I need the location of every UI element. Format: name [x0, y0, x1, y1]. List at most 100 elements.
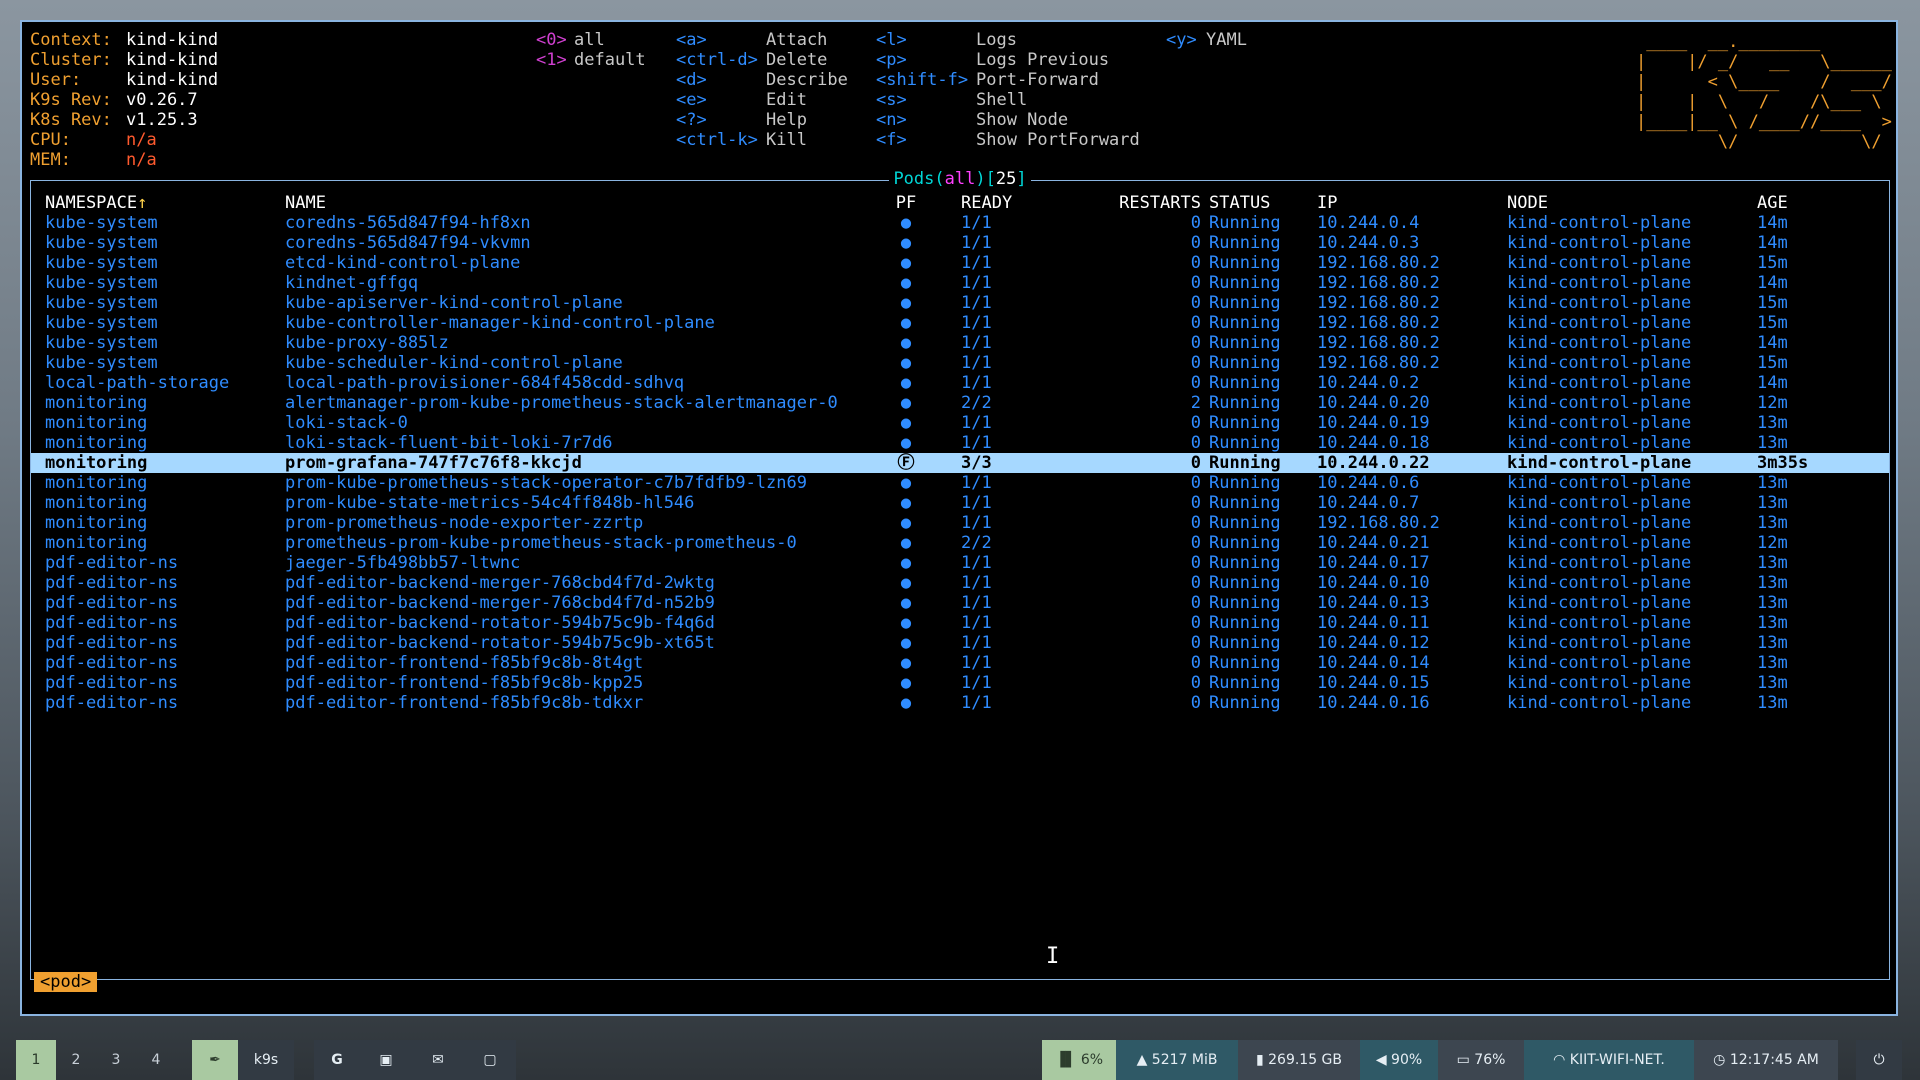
shortcut-key: <?>	[676, 110, 707, 130]
google-icon[interactable]: G	[314, 1040, 360, 1080]
table-row[interactable]: monitoring prom-kube-state-metrics-54c4ff…	[31, 493, 1889, 513]
table-row[interactable]: local-path-storage local-path-provisioner…	[31, 373, 1889, 393]
table-row[interactable]: monitoring loki-stack-0 ● 1/1 0 Running 10.244…	[31, 413, 1889, 433]
col-restarts[interactable]: RESTARTS	[1041, 193, 1201, 213]
table-row[interactable]: pdf-editor-ns pdf-editor-frontend-f85bf9c…	[31, 673, 1889, 693]
shortcut-show-node[interactable]: Show Node	[976, 110, 1068, 130]
shortcut-help[interactable]: Help	[766, 110, 807, 130]
table-row[interactable]: kube-system kube-apiserver-kind-control-p…	[31, 293, 1889, 313]
table-row[interactable]: monitoring prometheus-prom-kube-prometheu…	[31, 533, 1889, 553]
col-name[interactable]: NAME	[285, 193, 326, 213]
table-row[interactable]: monitoring alertmanager-prom-kube-prometh…	[31, 393, 1889, 413]
table-row[interactable]: kube-system kindnet-gffgq ● 1/1 0 Running 192.…	[31, 273, 1889, 293]
table-row[interactable]: kube-system etcd-kind-control-plane ● 1/1 0 R…	[31, 253, 1889, 273]
col-pf[interactable]: PF	[891, 193, 921, 213]
cell-node: kind-control-plane	[1507, 273, 1692, 293]
shortcut-kill[interactable]: Kill	[766, 130, 807, 150]
cell-restarts: 0	[1190, 213, 1201, 233]
table-row[interactable]: pdf-editor-ns jaeger-5fb498bb57-ltwnc ● 1/1…	[31, 553, 1889, 573]
table-row[interactable]: pdf-editor-ns pdf-editor-frontend-f85bf9c…	[31, 693, 1889, 713]
shortcut-attach[interactable]: Attach	[766, 30, 827, 50]
cluster-value: kind-kind	[126, 50, 219, 70]
workspace-2[interactable]: 2	[56, 1040, 96, 1080]
shortcut-yaml[interactable]: YAML	[1206, 30, 1247, 50]
shortcut-port-forward[interactable]: Port-Forward	[976, 70, 1099, 90]
cell-ready: 1/1	[961, 653, 992, 673]
table-row[interactable]: pdf-editor-ns pdf-editor-backend-rotator-…	[31, 633, 1889, 653]
table-row[interactable]: kube-system kube-controller-manager-kind-…	[31, 313, 1889, 333]
shortcut-describe[interactable]: Describe	[766, 70, 848, 90]
shortcut-key: <a>	[676, 30, 707, 50]
table-row[interactable]: monitoring prom-prometheus-node-exporter-…	[31, 513, 1889, 533]
shortcut-edit[interactable]: Edit	[766, 90, 807, 110]
shortcut-shell[interactable]: Shell	[976, 90, 1027, 110]
table-row[interactable]: pdf-editor-ns pdf-editor-frontend-f85bf9c…	[31, 653, 1889, 673]
cell-age: 13m	[1757, 693, 1788, 713]
cell-age: 13m	[1757, 633, 1788, 653]
col-ip[interactable]: IP	[1317, 193, 1337, 213]
discord-icon[interactable]: ▣	[360, 1040, 412, 1080]
k9s-terminal-window[interactable]: Context: kind-kind Cluster: kind-kind Us…	[20, 20, 1898, 1016]
logo-line: |____|__ \ /____//____ >	[1636, 112, 1892, 132]
table-row[interactable]: pdf-editor-ns pdf-editor-backend-merger-7…	[31, 573, 1889, 593]
table-row[interactable]: kube-system kube-scheduler-kind-control-p…	[31, 353, 1889, 373]
cell-namespace: monitoring	[45, 493, 148, 513]
col-status[interactable]: STATUS	[1209, 193, 1270, 213]
workspace-4[interactable]: 4	[136, 1040, 176, 1080]
volume-widget[interactable]: ◀ 90%	[1360, 1040, 1438, 1080]
shortcut-show-portforward[interactable]: Show PortForward	[976, 130, 1140, 150]
shortcut-logs-previous[interactable]: Logs Previous	[976, 50, 1109, 70]
table-row[interactable]: monitoring prom-kube-prometheus-stack-ope…	[31, 473, 1889, 493]
shortcut-logs[interactable]: Logs	[976, 30, 1017, 50]
col-ready[interactable]: READY	[961, 193, 1012, 213]
cell-pf: ●	[900, 633, 912, 653]
cell-age: 13m	[1757, 553, 1788, 573]
col-namespace[interactable]: NAMESPACE↑	[45, 193, 147, 213]
cell-namespace: pdf-editor-ns	[45, 593, 179, 613]
cell-ip: 192.168.80.2	[1317, 353, 1440, 373]
cell-node: kind-control-plane	[1507, 533, 1692, 553]
pods-table[interactable]: Pods(all)[25] NAMESPACE↑ NAME PF READY R…	[30, 169, 1890, 980]
terminal-icon[interactable]: ▢	[464, 1040, 516, 1080]
power-icon[interactable]: ⏻	[1856, 1040, 1902, 1080]
breadcrumb-pod[interactable]: <pod>	[34, 972, 98, 992]
cell-name: loki-stack-0	[285, 413, 408, 433]
cell-ready: 1/1	[961, 353, 992, 373]
table-row[interactable]: pdf-editor-ns pdf-editor-backend-merger-7…	[31, 593, 1889, 613]
cell-restarts: 2	[1190, 393, 1201, 413]
table-row[interactable]: kube-system kube-proxy-885lz ● 1/1 0 Running 1…	[31, 333, 1889, 353]
cell-ip: 10.244.0.14	[1317, 653, 1430, 673]
col-age[interactable]: AGE	[1757, 193, 1788, 213]
cell-namespace: monitoring	[45, 473, 148, 493]
table-row[interactable]: kube-system coredns-565d847f94-hf8xn ● 1/1 0…	[31, 213, 1889, 233]
table-row[interactable]: monitoring loki-stack-fluent-bit-loki-7r7…	[31, 433, 1889, 453]
ns-label-all[interactable]: all	[574, 30, 605, 50]
table-row[interactable]: pdf-editor-ns pdf-editor-backend-rotator-…	[31, 613, 1889, 633]
cell-ip: 10.244.0.4	[1317, 213, 1420, 233]
title-close: ]	[1016, 169, 1027, 189]
mail-icon[interactable]: ✉	[412, 1040, 464, 1080]
active-app-k9s[interactable]: k9s	[238, 1040, 294, 1080]
cell-ip: 10.244.0.19	[1317, 413, 1430, 433]
col-node[interactable]: NODE	[1507, 193, 1548, 213]
cell-pf: ●	[900, 433, 912, 453]
workspace-1[interactable]: 1	[16, 1040, 56, 1080]
cpu-label: CPU:	[30, 130, 71, 150]
workspace-3[interactable]: 3	[96, 1040, 136, 1080]
cell-age: 13m	[1757, 613, 1788, 633]
shortcut-delete[interactable]: Delete	[766, 50, 827, 70]
table-row-selected[interactable]: monitoring prom-grafana-747f7c76f8-kkcjd Ⓕ…	[31, 453, 1889, 473]
wifi-widget[interactable]: ◠ KIIT-WIFI-NET.	[1524, 1040, 1694, 1080]
mem-label: MEM:	[30, 150, 71, 170]
cell-ready: 1/1	[961, 273, 992, 293]
feather-icon[interactable]: ✒	[192, 1040, 238, 1080]
cell-pf: ●	[900, 293, 912, 313]
ns-label-default[interactable]: default	[574, 50, 646, 70]
cell-ready: 1/1	[961, 293, 992, 313]
cell-age: 13m	[1757, 433, 1788, 453]
cell-ip: 10.244.0.7	[1317, 493, 1420, 513]
table-row[interactable]: kube-system coredns-565d847f94-vkvmn ● 1/1 0…	[31, 233, 1889, 253]
cell-pf: ●	[900, 393, 912, 413]
wifi-ssid: KIIT-WIFI-NET.	[1569, 1052, 1665, 1068]
cell-node: kind-control-plane	[1507, 653, 1692, 673]
